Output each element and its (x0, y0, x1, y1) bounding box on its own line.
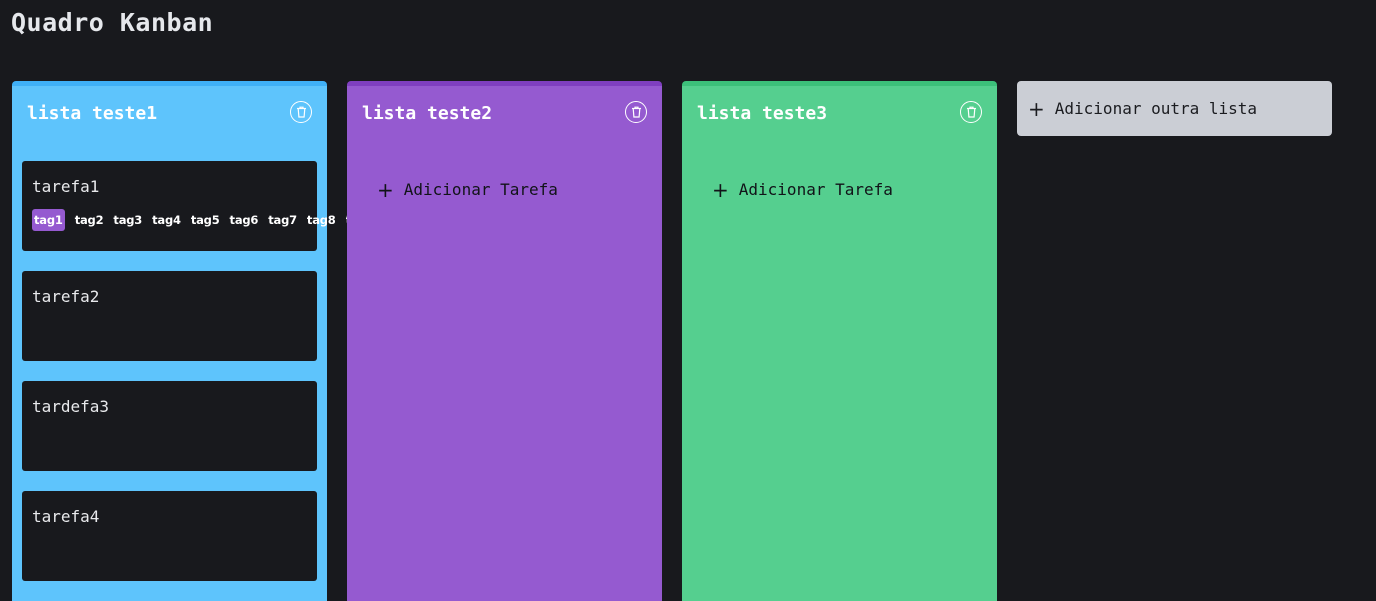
task-card[interactable]: tarefa1 tag1 tag2 tag3 tag4 tag5 tag6 ta… (22, 161, 358, 251)
plus-icon: + (712, 177, 729, 202)
add-task-label: Adicionar Tarefa (738, 180, 893, 199)
list-column: lista teste3 + Adicionar Tarefa (682, 81, 997, 601)
trash-icon (631, 106, 641, 118)
list-title[interactable]: lista teste3 (697, 103, 827, 124)
list-header: lista teste1 (27, 101, 312, 131)
add-task-button[interactable]: + Adicionar Tarefa (712, 177, 893, 202)
list-title[interactable]: lista teste1 (27, 103, 157, 124)
list-title[interactable]: lista teste2 (362, 103, 492, 124)
tag[interactable]: tag6 (230, 209, 259, 231)
tag[interactable]: tag1 (32, 209, 65, 231)
plus-icon: + (1028, 96, 1045, 121)
tag-row: tag1 tag2 tag3 tag4 tag5 tag6 tag7 tag8 … (32, 209, 358, 231)
trash-icon (966, 106, 976, 118)
add-task-label: Adicionar Tarefa (403, 180, 558, 199)
task-card[interactable]: tarefa4 (22, 491, 317, 581)
tag[interactable]: tag8 (307, 209, 336, 231)
task-title: tardefa3 (32, 397, 110, 416)
card-list: tarefa1 tag1 tag2 tag3 tag4 tag5 tag6 ta… (22, 161, 358, 601)
add-list-button[interactable]: + Adicionar outra lista (1017, 81, 1332, 136)
plus-icon: + (377, 177, 394, 202)
kanban-board: lista teste1 tarefa1 tag1 tag2 tag3 tag4… (12, 81, 1332, 601)
tag[interactable]: tag3 (113, 209, 142, 231)
list-column: lista teste2 + Adicionar Tarefa (347, 81, 662, 601)
task-title: tarefa2 (32, 287, 100, 306)
list-column: lista teste1 tarefa1 tag1 tag2 tag3 tag4… (12, 81, 358, 601)
tag[interactable]: tag7 (268, 209, 297, 231)
page-title: Quadro Kanban (11, 8, 214, 37)
list-header: lista teste2 (362, 101, 647, 131)
delete-list-button[interactable] (290, 101, 312, 123)
tag[interactable]: tag2 (75, 209, 104, 231)
task-card[interactable]: tardefa3 (22, 381, 317, 471)
task-title: tarefa4 (32, 507, 100, 526)
delete-list-button[interactable] (960, 101, 982, 123)
list-header: lista teste3 (697, 101, 982, 131)
task-title: tarefa1 (32, 177, 100, 196)
add-task-button[interactable]: + Adicionar Tarefa (377, 177, 558, 202)
trash-icon (296, 106, 306, 118)
task-card[interactable]: tarefa2 (22, 271, 317, 361)
add-list-label: Adicionar outra lista (1054, 99, 1258, 118)
tag[interactable]: tag4 (152, 209, 181, 231)
tag[interactable]: tag5 (191, 209, 220, 231)
delete-list-button[interactable] (625, 101, 647, 123)
